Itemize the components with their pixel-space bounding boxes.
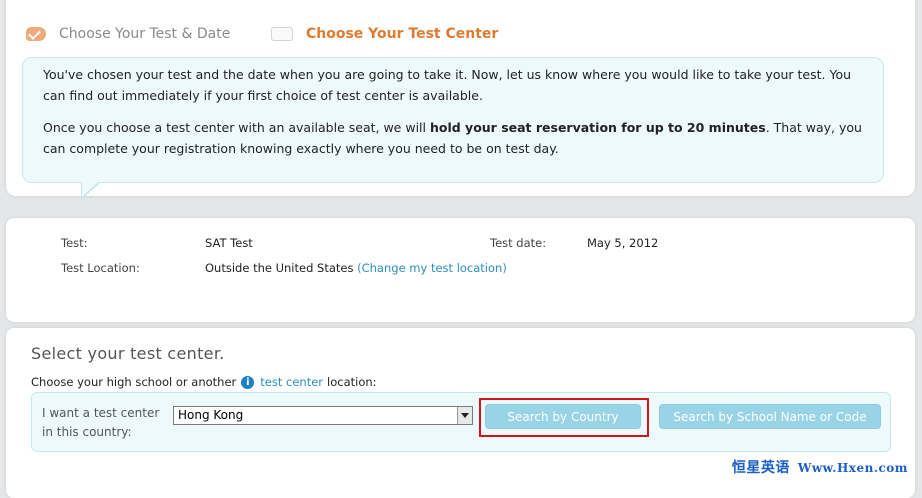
test-summary-card: Test: SAT Test Test date: May 5, 2012 Te…	[6, 218, 915, 322]
section-instructions: Choose your high school or another i tes…	[31, 375, 377, 389]
step1-label: Choose Your Test & Date	[59, 26, 231, 42]
step-choose-test-date[interactable]: Choose Your Test & Date	[26, 26, 230, 42]
country-dropdown[interactable]: Hong Kong	[173, 406, 473, 425]
intro-paragraph-2: Once you choose a test center with an av…	[43, 120, 862, 156]
test-value: SAT Test	[205, 236, 253, 250]
instructions-card: Choose Your Test & Date Choose Your Test…	[6, 0, 915, 200]
info-icon[interactable]: i	[241, 375, 255, 389]
step-current-icon	[271, 27, 293, 41]
chevron-down-icon[interactable]	[457, 407, 472, 424]
section-title: Select your test center.	[31, 344, 225, 363]
step2-label: Choose Your Test Center	[306, 26, 499, 42]
test-date-value: May 5, 2012	[587, 236, 659, 250]
step-completed-icon	[26, 27, 46, 41]
step-choose-test-center: Choose Your Test Center	[271, 26, 498, 42]
test-location-value: Outside the United States (Change my tes…	[205, 261, 507, 275]
watermark-logo: 恒星英语 Www.Hxen.com	[731, 460, 908, 476]
bubble-tail	[81, 181, 101, 200]
test-date-label: Test date:	[490, 236, 547, 250]
country-label: I want a test center in this country:	[42, 406, 160, 439]
intro-message: You've chosen your test and the date whe…	[22, 57, 884, 200]
change-location-link[interactable]: (Change my test location)	[357, 261, 507, 275]
intro-paragraph-1: You've chosen your test and the date whe…	[43, 67, 852, 103]
search-by-country-button[interactable]: Search by Country	[485, 404, 641, 429]
country-selected-value: Hong Kong	[178, 408, 244, 422]
country-search-panel: I want a test center in this country: Ho…	[31, 392, 891, 452]
test-label: Test:	[61, 236, 88, 250]
search-by-school-button[interactable]: Search by School Name or Code	[659, 404, 881, 429]
test-location-label: Test Location:	[61, 261, 140, 275]
test-center-link[interactable]: test center	[260, 375, 323, 389]
